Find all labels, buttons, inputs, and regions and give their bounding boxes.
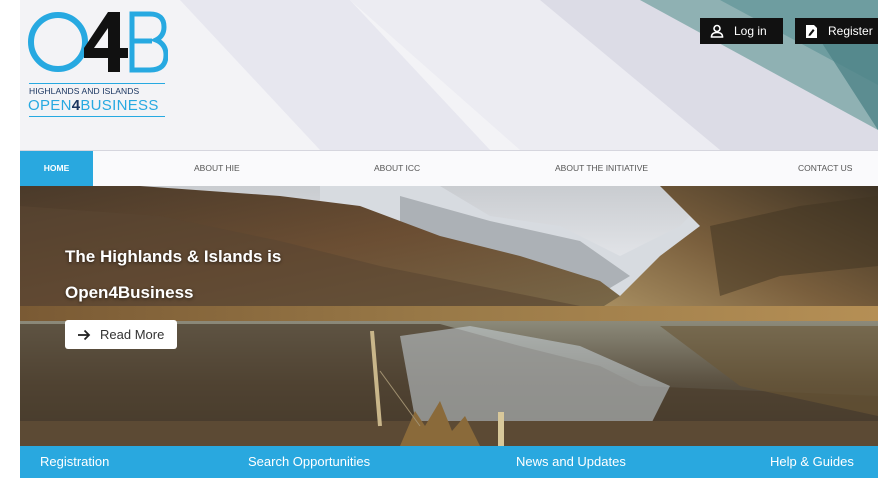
arrow-right-icon [78,329,91,340]
nav-item-home[interactable]: HOME [20,151,93,186]
nav-item-contact-us[interactable]: CONTACT US [798,151,852,186]
register-label: Register [828,24,873,38]
read-more-button[interactable]: Read More [65,320,177,349]
login-label: Log in [734,24,767,38]
quick-link-help-guides[interactable]: Help & Guides [770,446,854,478]
register-button[interactable]: Register [795,18,878,44]
logo-subtitle-brand: OPEN4BUSINESS [28,97,159,114]
hero-banner: The Highlands & Islands is Open4Business… [20,186,878,446]
site-header: HIGHLANDS AND ISLANDS OPEN4BUSINESS Log … [20,0,878,150]
logo-divider-bottom [29,116,165,117]
main-nav: HOME ABOUT HIE ABOUT ICC ABOUT THE INITI… [20,150,878,186]
logo-brand-business: BUSINESS [80,97,159,114]
hero-landscape-image [20,186,878,446]
logo-subtitle-region: HIGHLANDS AND ISLANDS [29,86,140,96]
quick-link-news-updates[interactable]: News and Updates [516,446,626,478]
quick-link-registration[interactable]: Registration [40,446,109,478]
login-button[interactable]: Log in [700,18,783,44]
register-document-icon [806,24,817,38]
nav-item-about-initiative[interactable]: ABOUT THE INITIATIVE [555,151,648,186]
logo-brand-open: OPEN [28,97,72,114]
nav-item-about-hie[interactable]: ABOUT HIE [194,151,240,186]
nav-item-about-icc[interactable]: ABOUT ICC [374,151,420,186]
user-icon [710,24,724,38]
logo-divider-top [29,83,165,84]
hero-title-line-2: Open4Business [65,283,194,302]
o4b-logo-mark [28,11,168,73]
hero-title-line-1: The Highlands & Islands is [65,247,282,266]
o4b-logo[interactable]: HIGHLANDS AND ISLANDS OPEN4BUSINESS [28,6,188,126]
page: HIGHLANDS AND ISLANDS OPEN4BUSINESS Log … [20,0,878,478]
quick-links-bar: Registration Search Opportunities News a… [20,446,878,478]
read-more-label: Read More [100,327,165,342]
quick-link-search-opportunities[interactable]: Search Opportunities [248,446,370,478]
